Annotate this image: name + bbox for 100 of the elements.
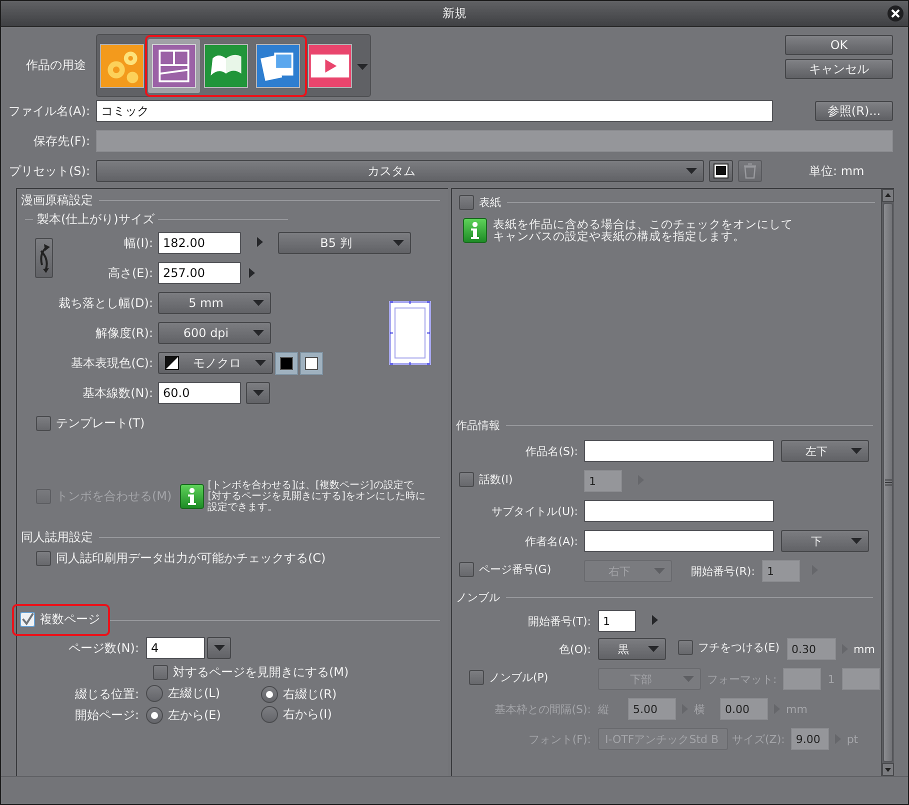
- radio-label: 右綴じ(R): [283, 686, 337, 703]
- color-swatch-button[interactable]: [275, 352, 298, 374]
- field-label: 作品の用途: [25, 57, 87, 74]
- field-label: 作者名(A):: [525, 534, 578, 548]
- radio-button[interactable]: [261, 686, 278, 703]
- dropdown[interactable]: B5 判: [278, 232, 411, 254]
- dropdown[interactable]: カスタム: [96, 160, 704, 182]
- checkbox[interactable]: [36, 416, 51, 430]
- caret-icon: [214, 645, 224, 651]
- dropdown[interactable]: 黒: [598, 638, 666, 660]
- field-label: プリセット(S):: [8, 162, 91, 180]
- field-label: ファイル名(A):: [7, 102, 91, 120]
- checkbox[interactable]: [678, 640, 693, 655]
- info-text: 表紙を作品に含める場合は、このチェックをオンにして キャンバスの設定や表紙の構成を指定します。: [493, 218, 793, 242]
- input-field[interactable]: 60.0: [158, 382, 241, 404]
- scrollbar[interactable]: [881, 189, 894, 776]
- section-subtitle: 製本(仕上がり)サイズ: [37, 210, 154, 228]
- caret-icon: [253, 330, 264, 336]
- film-icon: [308, 44, 352, 88]
- field-label: 高さ(E):: [108, 266, 153, 280]
- rotate-icon: [38, 243, 50, 273]
- input-field[interactable]: 257.00: [158, 262, 241, 284]
- caret-icon: [252, 390, 264, 396]
- scroll-thumb[interactable]: [883, 203, 893, 762]
- radio-button[interactable]: [146, 707, 163, 724]
- field-label: 開始番号(T):: [528, 614, 591, 628]
- checkbox[interactable]: [20, 612, 35, 627]
- scroll-up-button[interactable]: [882, 189, 894, 202]
- radio-button[interactable]: [261, 706, 278, 722]
- triangle-right-icon[interactable]: [652, 614, 658, 624]
- dropdown-button[interactable]: [246, 382, 270, 404]
- page-preview-drawing: [389, 301, 431, 365]
- dropdown-button[interactable]: [207, 637, 231, 659]
- purpose-tile[interactable]: [148, 38, 200, 92]
- input-field[interactable]: [584, 500, 774, 522]
- save-preset-button[interactable]: [709, 160, 733, 182]
- checkbox[interactable]: [36, 550, 51, 566]
- dropdown[interactable]: 下: [781, 530, 869, 552]
- rotate-button[interactable]: [35, 238, 53, 278]
- gears-icon: [100, 44, 144, 88]
- input-field[interactable]: 4: [146, 637, 205, 659]
- dropdown[interactable]: 5 mm: [158, 292, 271, 314]
- input-field[interactable]: 1: [762, 560, 800, 582]
- input-field[interactable]: 1: [584, 470, 622, 492]
- checkbox-label: フチをつける(E): [698, 640, 780, 655]
- open-book-icon: [204, 44, 248, 88]
- caret-icon: [654, 568, 665, 574]
- field-label: 基本表現色(C):: [71, 356, 153, 370]
- caret-icon: [357, 64, 368, 70]
- checkbox-label: 同人誌印刷用データ出力が可能かチェックする(C): [56, 550, 326, 566]
- field-label: 裁ち落とし幅(D):: [58, 296, 153, 310]
- close-icon[interactable]: [887, 5, 904, 22]
- comic-panels-icon: [152, 44, 196, 88]
- checkbox-label: ページ番号(G): [479, 562, 552, 577]
- color-swatch-button[interactable]: [300, 352, 323, 374]
- browse-button[interactable]: 参照(R)...: [815, 101, 893, 121]
- field-label: 基本線数(N):: [82, 386, 153, 400]
- unit-label: 単位: mm: [809, 162, 864, 180]
- checkbox-label: 複数ページ: [40, 610, 100, 628]
- input-field[interactable]: [584, 440, 774, 462]
- input-field[interactable]: コミック: [96, 100, 773, 122]
- checkbox-label: 表紙: [479, 194, 501, 210]
- window-title: 新規: [442, 5, 466, 22]
- radio-button[interactable]: [146, 684, 163, 702]
- dialog-button[interactable]: キャンセル: [785, 59, 893, 79]
- dialog-button[interactable]: OK: [785, 35, 893, 55]
- field-label: ページ数(N):: [68, 640, 139, 654]
- checkbox[interactable]: [469, 670, 484, 685]
- dropdown[interactable]: 左下: [781, 440, 869, 462]
- caret-icon: [851, 538, 862, 544]
- checkbox-label: 話数(I): [479, 472, 513, 487]
- checkbox[interactable]: [459, 562, 474, 577]
- checkbox[interactable]: [459, 194, 474, 210]
- checkbox-label: ノンブル(P): [489, 670, 548, 685]
- caret-icon: [393, 240, 404, 246]
- field-label: 解像度(R):: [95, 326, 153, 340]
- input-field[interactable]: 5.00: [628, 698, 676, 720]
- input-field[interactable]: [782, 668, 821, 690]
- checkbox-label: テンプレート(T): [56, 414, 145, 432]
- scroll-down-button[interactable]: [882, 763, 894, 776]
- input-field[interactable]: [584, 530, 774, 552]
- triangle-right-icon[interactable]: [257, 237, 263, 247]
- caret-icon: [648, 646, 659, 652]
- document-icon: [713, 163, 729, 179]
- input-field[interactable]: 0.00: [720, 698, 768, 720]
- checkbox[interactable]: [153, 664, 168, 680]
- field-label: 保存先(F):: [32, 132, 91, 150]
- input-field[interactable]: 9.00: [790, 728, 829, 750]
- section-title: 作品情報: [456, 418, 500, 432]
- input-field[interactable]: 1: [598, 610, 636, 632]
- input-field[interactable]: 0.30: [786, 638, 836, 660]
- input-field[interactable]: 182.00: [158, 232, 241, 254]
- info-icon: [463, 218, 487, 243]
- caret-icon: [255, 360, 266, 366]
- input-field[interactable]: [842, 668, 880, 690]
- dropdown[interactable]: 600 dpi: [158, 322, 271, 344]
- dropdown[interactable]: モノクロ: [158, 352, 273, 374]
- checkbox[interactable]: [459, 472, 474, 487]
- triangle-right-icon[interactable]: [249, 268, 255, 278]
- delete-preset-button[interactable]: [738, 160, 762, 182]
